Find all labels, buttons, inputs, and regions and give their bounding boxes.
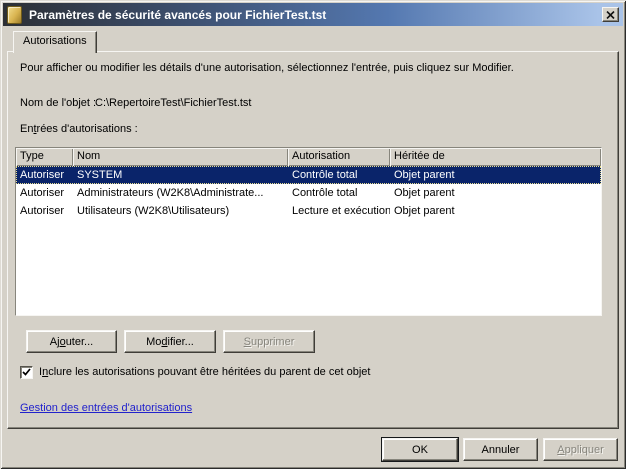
close-button[interactable]	[602, 7, 619, 22]
manage-entries-link[interactable]: Gestion des entrées d'autorisations	[20, 402, 192, 414]
label-post: ifier...	[168, 336, 194, 348]
cell-type: Autoriser	[16, 166, 73, 184]
apply-button: Appliquer	[543, 438, 618, 461]
close-icon	[606, 11, 615, 19]
cell-type: Autoriser	[16, 202, 73, 220]
advanced-security-dialog: Paramètres de sécurité avancés pour Fich…	[0, 0, 626, 469]
cell-nom: SYSTEM	[73, 166, 288, 184]
cell-heritee-de: Objet parent	[390, 184, 601, 202]
permissions-listview[interactable]: Type Nom Autorisation Héritée de Autoris…	[15, 147, 602, 316]
remove-button: Supprimer	[223, 330, 315, 353]
permission-row-administrateurs[interactable]: Autoriser Administrateurs (W2K8\Administ…	[16, 184, 601, 202]
edit-button[interactable]: Modifier...	[124, 330, 216, 353]
cell-nom: Utilisateurs (W2K8\Utilisateurs)	[73, 202, 288, 220]
entries-list-label: Entrées d'autorisations :	[20, 123, 138, 135]
cell-heritee-de: Objet parent	[390, 166, 601, 184]
label-mnemonic: S	[244, 336, 251, 348]
label-post: ppliquer	[565, 444, 604, 456]
column-header-heritee-de[interactable]: Héritée de	[390, 148, 601, 166]
listview-header: Type Nom Autorisation Héritée de	[16, 148, 601, 166]
column-header-type[interactable]: Type	[16, 148, 73, 166]
inherit-permissions-label: Inclure les autorisations pouvant être h…	[39, 366, 370, 379]
column-header-autorisation[interactable]: Autorisation	[288, 148, 390, 166]
cell-heritee-de: Objet parent	[390, 202, 601, 220]
add-button[interactable]: Ajouter...	[26, 330, 117, 353]
window-title: Paramètres de sécurité avancés pour Fich…	[29, 8, 326, 22]
cell-nom: Administrateurs (W2K8\Administrate...	[73, 184, 288, 202]
titlebar[interactable]: Paramètres de sécurité avancés pour Fich…	[3, 3, 623, 26]
label-post: uter...	[66, 336, 94, 348]
label-post: rées d'autorisations :	[37, 123, 138, 135]
column-header-nom[interactable]: Nom	[73, 148, 288, 166]
label-pre: Aj	[50, 336, 60, 348]
cell-type: Autoriser	[16, 184, 73, 202]
label-pre: Mo	[146, 336, 161, 348]
inherit-permissions-checkbox[interactable]	[20, 366, 33, 379]
ok-button[interactable]: OK	[382, 438, 458, 461]
security-folder-icon	[7, 6, 22, 24]
permission-row-system[interactable]: Autoriser SYSTEM Contrôle total Objet pa…	[16, 166, 601, 184]
object-name-value: C:\RepertoireTest\FichierTest.tst	[95, 97, 252, 109]
cell-autorisation: Contrôle total	[288, 166, 390, 184]
checkmark-icon	[22, 368, 31, 377]
label-mnemonic: A	[557, 444, 564, 456]
tab-autorisations[interactable]: Autorisations	[13, 31, 97, 53]
tab-label: Autorisations	[23, 35, 87, 47]
cell-autorisation: Lecture et exécution	[288, 202, 390, 220]
label-post: upprimer	[251, 336, 294, 348]
permission-row-utilisateurs[interactable]: Autoriser Utilisateurs (W2K8\Utilisateur…	[16, 202, 601, 220]
object-name-label: Nom de l'objet :	[20, 97, 96, 109]
label-pre: En	[20, 123, 33, 135]
tab-page-autorisations: Pour afficher ou modifier les détails d'…	[7, 51, 619, 429]
label-post: clure les autorisations pouvant être hér…	[48, 366, 370, 378]
instruction-text: Pour afficher ou modifier les détails d'…	[20, 62, 514, 74]
cell-autorisation: Contrôle total	[288, 184, 390, 202]
cancel-button[interactable]: Annuler	[463, 438, 538, 461]
